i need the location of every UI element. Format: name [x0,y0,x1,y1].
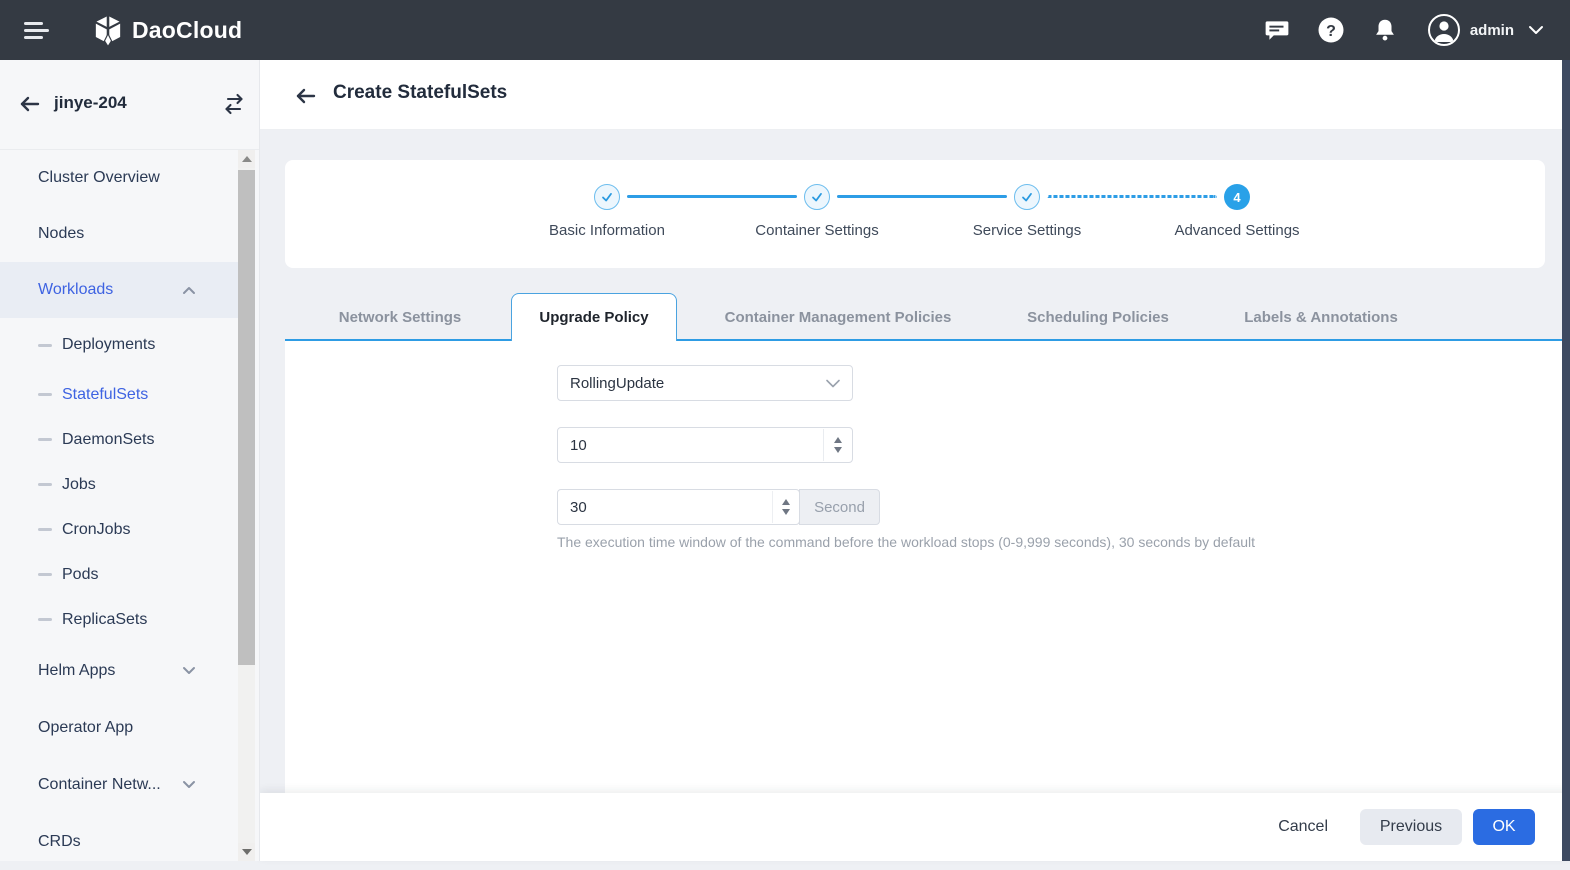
step-1-check-icon [594,184,620,210]
sidebar-item-daemonsets[interactable]: DaemonSets [0,417,238,462]
sidebar-header: jinye-204 [0,60,259,150]
dash-icon [38,438,52,441]
chevron-up-icon [182,285,196,296]
chevron-down-icon [182,779,196,790]
stepper-up-icon[interactable] [781,499,790,505]
step-3-label: Service Settings [972,222,1082,239]
graceful-time-window-input[interactable] [558,490,799,524]
sidebar: jinye-204 Cluster Overview Nodes Workloa… [0,60,260,861]
cluster-back-arrow-icon[interactable] [18,93,40,120]
tab-scheduling-policies[interactable]: Scheduling Policies [1027,293,1169,341]
brand-logo: DaoCloud [92,14,242,46]
dash-icon [38,618,52,621]
step-4-number-badge: 4 [1224,184,1250,210]
unit-addon: Second [799,489,880,525]
svg-text:?: ? [1326,23,1336,40]
sidebar-item-pods[interactable]: Pods [0,552,238,597]
sidebar-item-replicasets[interactable]: ReplicaSets [0,597,238,642]
select-chevron-down-icon [826,379,840,388]
revision-history-limit-input[interactable] [558,428,852,462]
step-4-label: Advanced Settings [1174,222,1300,239]
daocloud-cube-icon [95,14,121,46]
tab-network-settings[interactable]: Network Settings [339,293,462,341]
step-3-check-icon [1014,184,1040,210]
sidebar-item-cronjobs[interactable]: CronJobs [0,507,238,552]
upgrade-policy-panel: Upgrade Mode RollingUpdate Revision Hist… [285,341,1562,793]
step-2-label: Container Settings [755,222,879,239]
notifications-bell-icon[interactable] [1370,15,1400,45]
user-menu-chevron-down-icon[interactable] [1528,24,1544,36]
page-title: Create StatefulSets [333,82,508,103]
previous-button[interactable]: Previous [1360,809,1462,845]
dash-icon [38,573,52,576]
sidebar-item-helm-apps[interactable]: Helm Apps [0,642,238,699]
page-scrollbar-strip[interactable] [1562,60,1570,861]
dash-icon [38,343,52,347]
stepper-up-icon[interactable] [833,437,842,443]
graceful-time-window-help: The execution time window of the command… [557,534,1256,550]
sidebar-item-crds[interactable]: CRDs [0,813,238,870]
topbar: DaoCloud ? admin [0,0,1570,60]
sidebar-item-container-network[interactable]: Container Netw... [0,756,238,813]
page-header: Create StatefulSets [260,60,1570,130]
dash-icon [38,483,52,486]
sidebar-item-workloads[interactable]: Workloads [0,262,238,318]
sidebar-item-jobs[interactable]: Jobs [0,462,238,507]
sidebar-item-cluster-overview[interactable]: Cluster Overview [0,150,238,206]
username-label: admin [1469,21,1514,39]
upgrade-mode-value: RollingUpdate [570,374,665,392]
ok-button[interactable]: OK [1473,809,1535,845]
step-2-check-icon [804,184,830,210]
switch-cluster-icon[interactable] [222,92,246,121]
help-icon[interactable]: ? [1316,15,1346,45]
cancel-button[interactable]: Cancel [1278,818,1328,836]
sidebar-item-deployments[interactable]: Deployments [0,318,238,372]
number-stepper[interactable] [772,491,798,523]
sidebar-item-nodes[interactable]: Nodes [0,206,238,262]
graceful-time-window-field [557,489,800,525]
chevron-down-icon [182,665,196,676]
sidebar-item-operator-app[interactable]: Operator App [0,699,238,756]
page-back-arrow-icon[interactable] [294,85,316,112]
upgrade-mode-select[interactable]: RollingUpdate [557,365,853,401]
footer-actions: Cancel Previous OK [260,793,1570,861]
sidebar-menu: Cluster Overview Nodes Workloads Deploym… [0,150,238,870]
revision-history-limit-field [557,427,853,463]
brand-name: DaoCloud [132,16,243,43]
tab-container-management-policies[interactable]: Container Management Policies [725,293,952,341]
cluster-name: jinye-204 [54,93,127,112]
sidebar-item-statefulsets[interactable]: StatefulSets [0,372,238,417]
tab-labels-annotations[interactable]: Labels & Annotations [1244,293,1398,341]
dash-icon [38,528,52,531]
step-connector-3-dotted [1047,195,1217,198]
stepper-down-icon[interactable] [833,447,842,453]
step-connector-2 [837,195,1007,198]
tab-upgrade-policy[interactable]: Upgrade Policy [511,293,677,341]
scrollbar-up-arrow[interactable] [238,150,255,168]
stepper: 4 Basic Information Container Settings S… [285,160,1545,268]
menu-toggle-icon[interactable] [24,18,50,43]
dash-icon [38,393,52,396]
messages-icon[interactable] [1262,15,1292,45]
stepper-down-icon[interactable] [781,509,790,515]
scrollbar-down-arrow[interactable] [238,843,255,861]
step-connector-1 [627,195,797,198]
sidebar-scrollbar[interactable] [238,150,255,861]
step-1-label: Basic Information [549,222,665,239]
scrollbar-thumb[interactable] [238,170,255,665]
main-content: Create StatefulSets 4 Basic Information … [260,60,1570,861]
number-stepper[interactable] [823,429,851,461]
avatar[interactable] [1427,14,1460,46]
